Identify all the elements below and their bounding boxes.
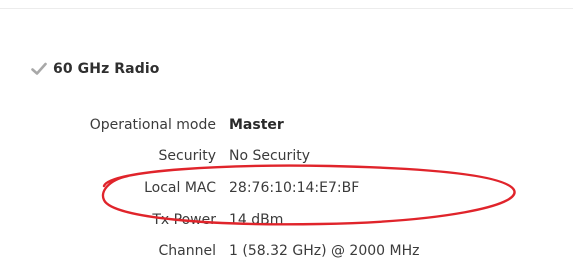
field-row-security: Security No Security [0,146,573,168]
operational-mode-value: Master [229,117,284,133]
field-row-channel: Channel 1 (58.32 GHz) @ 2000 MHz [0,241,573,263]
check-icon [31,62,47,75]
field-row-operational-mode: Operational mode Master [0,115,573,137]
tx-power-value: 14 dBm [229,212,284,228]
section-header: 60 GHz Radio [31,58,159,80]
top-divider [0,8,573,9]
local-mac-value: 28:76:10:14:E7:BF [229,180,360,196]
tx-power-label: Tx Power [152,212,216,228]
security-label: Security [158,148,217,164]
section-title: 60 GHz Radio [53,61,160,77]
field-row-local-mac: Local MAC 28:76:10:14:E7:BF [0,178,573,200]
operational-mode-label: Operational mode [89,117,216,133]
field-row-tx-power: Tx Power 14 dBm [0,210,573,232]
channel-label: Channel [158,243,216,259]
security-value: No Security [229,148,310,164]
local-mac-label: Local MAC [144,180,216,196]
channel-value: 1 (58.32 GHz) @ 2000 MHz [229,243,420,259]
